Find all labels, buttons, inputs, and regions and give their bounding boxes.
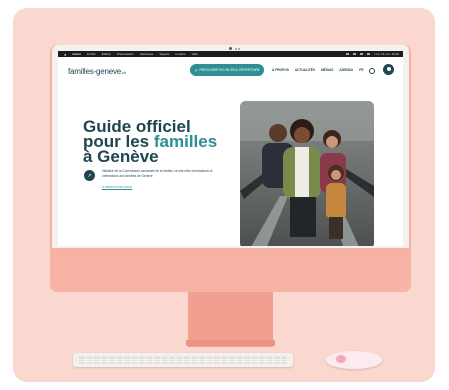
sensor-dot xyxy=(238,47,240,50)
browse-directory-button[interactable]: ↗ PARCOURIR EN UN SEUL REPERTOIRE xyxy=(190,64,264,76)
title-accent: familles xyxy=(153,132,218,151)
status-icon[interactable] xyxy=(346,53,350,55)
nav-news[interactable]: ACTUALITÉS xyxy=(295,68,315,72)
menu-item-help[interactable]: Aide xyxy=(192,52,198,56)
nav-about[interactable]: À PROPOS xyxy=(272,68,289,72)
status-icon[interactable] xyxy=(360,53,364,55)
keyboard-row-gap xyxy=(79,361,287,362)
family-illustration xyxy=(240,101,374,246)
mouse xyxy=(326,351,382,369)
main-nav: À PROPOS ACTUALITÉS MÉDIAS AGENDA FR xyxy=(272,68,364,72)
search-icon[interactable] xyxy=(369,68,375,74)
nav-media[interactable]: MÉDIAS xyxy=(321,68,333,72)
arrow-icon[interactable]: ↗ xyxy=(84,170,95,181)
keyboard-keys xyxy=(79,356,287,364)
apple-icon[interactable]: ● xyxy=(64,52,66,57)
status-icon[interactable] xyxy=(353,53,357,55)
imac-stand xyxy=(188,292,273,347)
site-logo[interactable]: familles-geneve.ch xyxy=(68,67,126,76)
menu-item-file[interactable]: Fichier xyxy=(87,52,96,56)
imac-stand-base xyxy=(186,340,275,346)
menu-item-edit[interactable]: Édition xyxy=(102,52,111,56)
cta-label: PARCOURIR EN UN SEUL REPERTOIRE xyxy=(199,68,260,72)
menu-item-window[interactable]: Fenêtre xyxy=(175,52,185,56)
logo-domain: .ch xyxy=(121,70,126,75)
mac-menubar: ● Safari Fichier Édition Présentation Hi… xyxy=(58,51,403,57)
keyboard-row-gap xyxy=(79,358,287,360)
logo-text: familles-geneve xyxy=(68,67,122,76)
hero-photo xyxy=(240,101,374,246)
imac-chin xyxy=(50,258,411,292)
menubar-clock[interactable]: Lun. 14 nov. 10:30 xyxy=(374,52,399,56)
arrow-icon: ↗ xyxy=(194,67,198,73)
intro-text: Initiative de la Commission cantonale de… xyxy=(102,169,213,178)
sensor-dot xyxy=(235,47,237,50)
product-mockup: ● Safari Fichier Édition Présentation Hi… xyxy=(0,0,449,390)
menu-item-history[interactable]: Historique xyxy=(140,52,154,56)
nav-agenda[interactable]: AGENDA xyxy=(339,68,353,72)
page-title: Guide officiel pour les familles à Genèv… xyxy=(83,118,218,166)
menubar-app[interactable]: Safari xyxy=(72,52,80,56)
website-screen: ● Safari Fichier Édition Présentation Hi… xyxy=(58,51,403,246)
menubar-status: Lun. 14 nov. 10:30 xyxy=(346,51,399,57)
about-link[interactable]: À PROPOS DE NOUS xyxy=(102,185,132,189)
menu-item-bookmarks[interactable]: Signets xyxy=(159,52,169,56)
menu-item-view[interactable]: Présentation xyxy=(117,52,134,56)
nav-language[interactable]: FR xyxy=(359,68,363,72)
status-icon[interactable] xyxy=(367,53,371,55)
user-icon[interactable] xyxy=(383,64,394,75)
title-line-3: à Genève xyxy=(83,147,159,166)
keyboard xyxy=(73,353,293,367)
camera-icon xyxy=(229,47,232,50)
